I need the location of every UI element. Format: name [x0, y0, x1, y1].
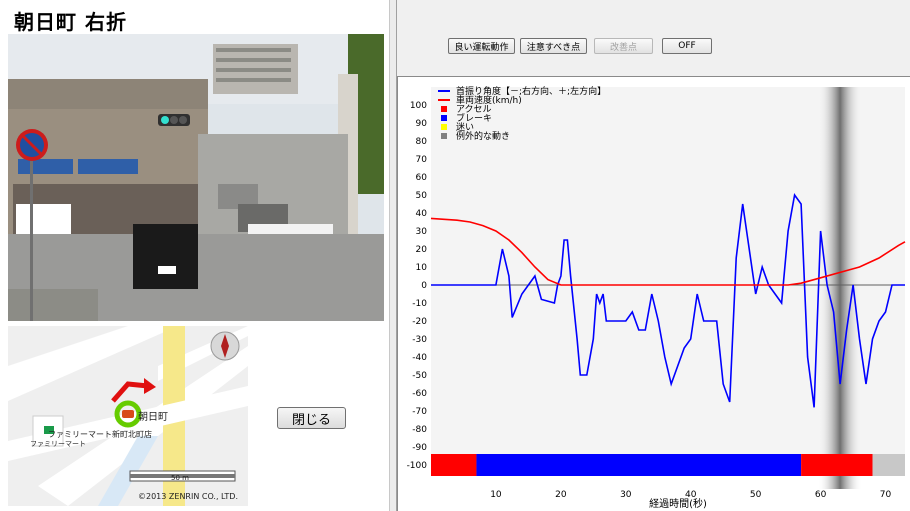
y-tick-label: 0: [421, 281, 427, 291]
y-tick-label: 70: [416, 155, 428, 165]
close-button[interactable]: 閉じる: [277, 407, 346, 429]
compass-icon: [211, 332, 239, 360]
map-view[interactable]: 朝日町 ファミリーマート新町北町店 ファミリーマート 50 m ©2013 ZE…: [8, 326, 248, 506]
good-driving-button[interactable]: 良い運転動作: [448, 38, 515, 54]
dashcam-view: [8, 34, 384, 321]
right-pane: 良い運転動作 注意すべき点 改善点 OFF 100 90 80 70 60 50 40 30 2…: [397, 0, 910, 511]
event-band-segment: [801, 454, 873, 476]
event-band-segment: [872, 454, 905, 476]
y-tick-label: 60: [416, 173, 428, 183]
y-tick-label: -80: [412, 425, 427, 435]
y-tick-label: 40: [416, 209, 428, 219]
caution-button[interactable]: 注意すべき点: [520, 38, 587, 54]
y-tick-label: 100: [410, 101, 427, 111]
chart-panel: 100 90 80 70 60 50 40 30 20 10 0 -10 -20 -30 -40 -50 -60…: [397, 76, 910, 511]
x-tick-label: 30: [620, 490, 632, 500]
y-tick-label: 80: [416, 137, 428, 147]
x-tick-label: 10: [490, 490, 502, 500]
x-tick-label: 60: [815, 490, 827, 500]
y-tick-label: -60: [412, 389, 427, 399]
legend-square-marker: [441, 124, 447, 130]
x-tick-label: 20: [555, 490, 567, 500]
x-tick-label: 70: [880, 490, 892, 500]
map-store-sub-label: ファミリーマート: [30, 440, 86, 448]
map-place-label: 朝日町: [138, 412, 168, 423]
y-tick-label: 30: [416, 227, 428, 237]
event-band-segment: [431, 454, 477, 476]
x-tick-label: 50: [750, 490, 762, 500]
chart-svg: 1009080706050403020100-10-20-30-40-50-60…: [407, 85, 906, 510]
legend-square-marker: [441, 106, 447, 112]
y-tick-label: -90: [412, 443, 427, 453]
map-scale-label: 50 m: [171, 474, 189, 482]
legend-square-marker: [441, 133, 447, 139]
y-tick-label: -30: [412, 335, 427, 345]
left-pane: 朝日町 右折 朝日町 ファミリーマート新町北町店 ファミリーマート 50 m ©…: [0, 0, 389, 511]
y-tick-label: -70: [412, 407, 427, 417]
y-tick-label: -20: [412, 317, 427, 327]
off-button[interactable]: OFF: [662, 38, 712, 54]
legend-entry: 例外的な動き: [456, 130, 510, 142]
y-tick-label: -50: [412, 371, 427, 381]
x-axis-label: 経過時間(秒): [649, 497, 707, 510]
event-band-segment: [476, 454, 802, 476]
legend-square-marker: [441, 115, 447, 121]
map-copyright: ©2013 ZENRIN CO., LTD.: [138, 492, 238, 501]
y-tick-label: -100: [407, 461, 428, 471]
page-title: 朝日町 右折: [14, 10, 127, 34]
time-cursor-highlight: [818, 87, 863, 489]
y-tick-label: 50: [416, 191, 428, 201]
pane-divider[interactable]: [389, 0, 397, 511]
y-tick-label: 20: [416, 245, 428, 255]
y-tick-label: 90: [416, 119, 428, 129]
y-tick-label: -10: [412, 299, 427, 309]
y-tick-label: -40: [412, 353, 427, 363]
y-tick-label: 10: [416, 263, 428, 273]
improvement-button[interactable]: 改善点: [594, 38, 653, 54]
